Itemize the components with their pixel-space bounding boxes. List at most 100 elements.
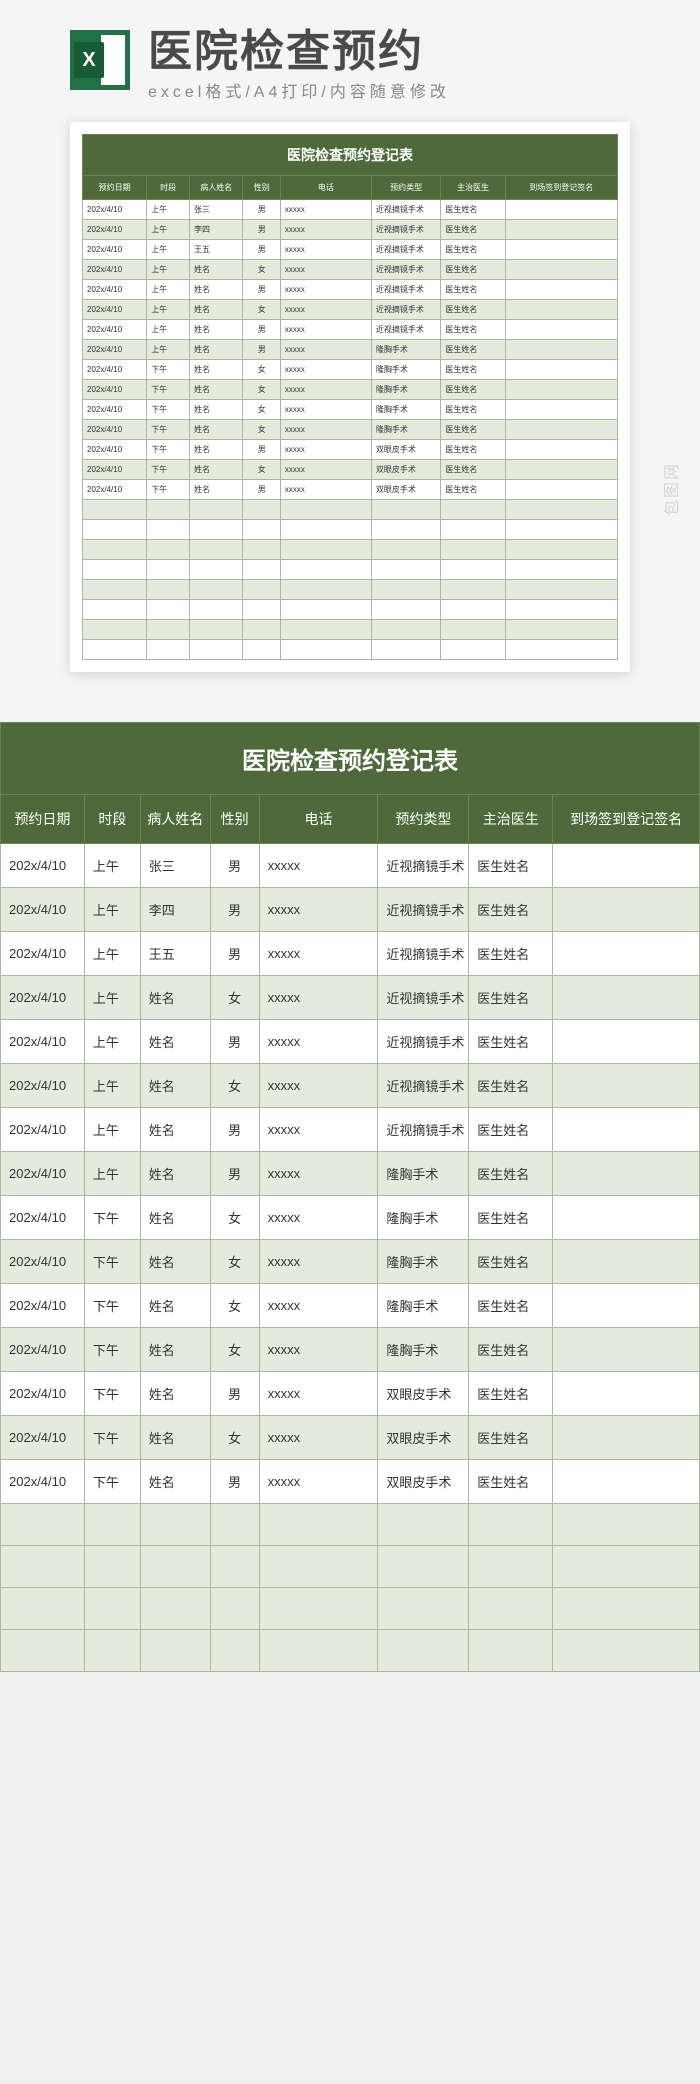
cell-phone: xxxxx xyxy=(259,1108,378,1152)
preview-sheet: 医院检查预约登记表 预约日期 时段 病人姓名 性别 电话 预约类型 主治医生 到… xyxy=(70,122,630,672)
cell-doctor: 医生姓名 xyxy=(469,888,553,932)
cell-date: 202x/4/10 xyxy=(1,1240,85,1284)
table-row-empty xyxy=(1,1546,700,1588)
cell-empty xyxy=(83,620,147,640)
cell-period: 下午 xyxy=(147,460,190,480)
cell-name: 张三 xyxy=(140,844,210,888)
cell-empty xyxy=(1,1630,85,1672)
cell-name: 姓名 xyxy=(189,340,243,360)
cell-empty xyxy=(1,1588,85,1630)
cell-empty xyxy=(280,540,371,560)
cell-empty xyxy=(441,640,505,660)
cell-phone: xxxxx xyxy=(259,1020,378,1064)
cell-date: 202x/4/10 xyxy=(83,320,147,340)
cell-phone: xxxxx xyxy=(280,220,371,240)
cell-empty xyxy=(210,1630,259,1672)
cell-type: 隆胸手术 xyxy=(378,1284,469,1328)
th-name: 病人姓名 xyxy=(189,176,243,200)
cell-gender: 男 xyxy=(243,480,280,500)
hero-section: 医院检查预约 excel格式/A4打印/内容随意修改 医院检查预约登记表 预约日… xyxy=(0,0,700,722)
table-body-small: 202x/4/10上午张三男xxxxx近视摘镜手术医生姓名202x/4/10上午… xyxy=(83,200,618,660)
cell-doctor: 医生姓名 xyxy=(469,1284,553,1328)
cell-phone: xxxxx xyxy=(280,480,371,500)
cell-empty xyxy=(147,500,190,520)
watermark: 包图网 xyxy=(658,462,682,516)
cell-date: 202x/4/10 xyxy=(83,380,147,400)
cell-doctor: 医生姓名 xyxy=(441,480,505,500)
cell-doctor: 医生姓名 xyxy=(469,1416,553,1460)
cell-gender: 女 xyxy=(243,260,280,280)
table-row: 202x/4/10下午姓名女xxxxx隆胸手术医生姓名 xyxy=(1,1284,700,1328)
cell-date: 202x/4/10 xyxy=(1,1460,85,1504)
cell-empty xyxy=(280,560,371,580)
th-doctor: 主治医生 xyxy=(469,795,553,844)
cell-empty xyxy=(441,540,505,560)
cell-doctor: 医生姓名 xyxy=(469,1020,553,1064)
cell-date: 202x/4/10 xyxy=(83,400,147,420)
table-row: 202x/4/10上午姓名男xxxxx隆胸手术医生姓名 xyxy=(1,1152,700,1196)
cell-type: 隆胸手术 xyxy=(371,380,441,400)
table-row: 202x/4/10下午姓名女xxxxx隆胸手术医生姓名 xyxy=(1,1240,700,1284)
th-type: 预约类型 xyxy=(378,795,469,844)
cell-period: 上午 xyxy=(84,1064,140,1108)
table-row: 202x/4/10上午张三男xxxxx近视摘镜手术医生姓名 xyxy=(83,200,618,220)
cell-period: 下午 xyxy=(84,1460,140,1504)
cell-empty xyxy=(553,1504,700,1546)
cell-period: 下午 xyxy=(84,1328,140,1372)
th-phone: 电话 xyxy=(280,176,371,200)
cell-phone: xxxxx xyxy=(280,260,371,280)
cell-doctor: 医生姓名 xyxy=(441,340,505,360)
cell-empty xyxy=(140,1504,210,1546)
cell-name: 姓名 xyxy=(140,1328,210,1372)
table-title: 医院检查预约登记表 xyxy=(1,723,700,795)
cell-doctor: 医生姓名 xyxy=(469,1108,553,1152)
cell-empty xyxy=(210,1588,259,1630)
cell-period: 上午 xyxy=(147,280,190,300)
cell-empty xyxy=(147,600,190,620)
cell-phone: xxxxx xyxy=(280,420,371,440)
cell-gender: 女 xyxy=(210,1284,259,1328)
th-phone: 电话 xyxy=(259,795,378,844)
cell-period: 下午 xyxy=(84,1196,140,1240)
cell-gender: 女 xyxy=(243,300,280,320)
cell-phone: xxxxx xyxy=(280,400,371,420)
cell-empty xyxy=(469,1504,553,1546)
cell-type: 近视摘镜手术 xyxy=(371,260,441,280)
cell-sign xyxy=(505,260,617,280)
hero-header: 医院检查预约 excel格式/A4打印/内容随意修改 xyxy=(0,30,700,122)
cell-doctor: 医生姓名 xyxy=(441,320,505,340)
cell-date: 202x/4/10 xyxy=(1,1284,85,1328)
cell-type: 双眼皮手术 xyxy=(371,440,441,460)
table-row-empty xyxy=(83,640,618,660)
cell-sign xyxy=(505,220,617,240)
cell-type: 近视摘镜手术 xyxy=(378,844,469,888)
cell-sign xyxy=(505,360,617,380)
cell-gender: 男 xyxy=(243,440,280,460)
table-row: 202x/4/10下午姓名男xxxxx双眼皮手术医生姓名 xyxy=(83,440,618,460)
table-row: 202x/4/10上午李四男xxxxx近视摘镜手术医生姓名 xyxy=(1,888,700,932)
cell-empty xyxy=(83,600,147,620)
cell-gender: 男 xyxy=(210,1460,259,1504)
cell-type: 近视摘镜手术 xyxy=(371,220,441,240)
cell-phone: xxxxx xyxy=(259,1460,378,1504)
cell-phone: xxxxx xyxy=(280,320,371,340)
cell-empty xyxy=(280,500,371,520)
cell-empty xyxy=(189,580,243,600)
table-row: 202x/4/10下午姓名男xxxxx双眼皮手术医生姓名 xyxy=(83,480,618,500)
cell-phone: xxxxx xyxy=(259,888,378,932)
cell-empty xyxy=(83,540,147,560)
cell-name: 姓名 xyxy=(140,1240,210,1284)
cell-period: 下午 xyxy=(84,1284,140,1328)
cell-empty xyxy=(371,600,441,620)
cell-gender: 男 xyxy=(243,340,280,360)
cell-name: 姓名 xyxy=(189,360,243,380)
table-row-empty xyxy=(83,600,618,620)
cell-type: 隆胸手术 xyxy=(378,1152,469,1196)
cell-empty xyxy=(280,640,371,660)
cell-empty xyxy=(243,580,280,600)
cell-name: 姓名 xyxy=(189,320,243,340)
cell-empty xyxy=(505,620,617,640)
cell-type: 近视摘镜手术 xyxy=(371,240,441,260)
cell-empty xyxy=(84,1546,140,1588)
table-row: 202x/4/10下午姓名女xxxxx隆胸手术医生姓名 xyxy=(83,380,618,400)
